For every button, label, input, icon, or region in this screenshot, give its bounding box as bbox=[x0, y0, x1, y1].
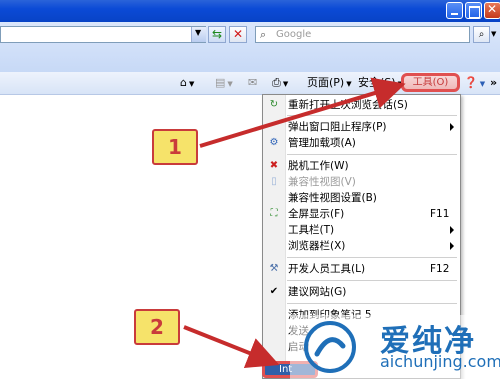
menu-item-explorer-bars[interactable]: 浏览器栏(X) bbox=[264, 238, 460, 254]
chevron-down-icon: ▼ bbox=[195, 28, 202, 37]
menu-item-label: 兼容性视图设置(B) bbox=[288, 192, 377, 204]
tools-menu-label: 工具(O) bbox=[412, 77, 449, 88]
submenu-arrow-icon bbox=[450, 242, 454, 250]
checkmark-icon: ✔ bbox=[269, 286, 279, 297]
print-button[interactable]: ⎙ ▼ bbox=[272, 75, 288, 91]
stop-button[interactable]: ✕ bbox=[229, 26, 247, 43]
search-provider-icon: ⌕ bbox=[260, 28, 267, 41]
search-button[interactable]: ⌕ bbox=[473, 26, 490, 43]
address-input[interactable] bbox=[0, 26, 206, 43]
maximize-button[interactable] bbox=[465, 2, 482, 19]
menu-item-shortcut: F12 bbox=[430, 263, 450, 275]
read-mail-button[interactable]: ✉ bbox=[248, 75, 257, 91]
menu-separator bbox=[287, 303, 457, 304]
maximize-icon bbox=[469, 6, 480, 18]
minimize-icon bbox=[451, 13, 458, 15]
search-input[interactable]: ⌕ Google bbox=[255, 26, 470, 43]
watermark-logo-icon bbox=[304, 321, 356, 373]
menu-item-toolbars[interactable]: 工具栏(T) bbox=[264, 222, 460, 238]
close-icon: ✕ bbox=[487, 2, 498, 16]
page-menu-button[interactable]: 页面(P) ▼ bbox=[307, 75, 352, 91]
menu-item-reopen-session[interactable]: ↻ 重新打开上次浏览会话(S) bbox=[264, 97, 460, 113]
step-badge-1: 1 bbox=[152, 129, 198, 165]
page-menu-label: 页面(P) bbox=[307, 76, 345, 89]
menu-item-label: 工具栏(T) bbox=[288, 224, 335, 236]
address-dropdown-button[interactable]: ▼ bbox=[191, 27, 206, 42]
chevron-right-icon: » bbox=[490, 76, 498, 89]
offline-icon: ✖ bbox=[269, 160, 279, 171]
menu-item-work-offline[interactable]: ✖ 脱机工作(W) bbox=[264, 158, 460, 174]
stop-icon: ✕ bbox=[232, 27, 244, 41]
help-icon: ❓ bbox=[464, 76, 478, 89]
menu-item-shortcut: F11 bbox=[430, 208, 450, 220]
chevron-down-icon: ▼ bbox=[491, 30, 497, 38]
menu-item-label: 重新打开上次浏览会话(S) bbox=[288, 99, 408, 111]
developer-tools-icon: ⚒ bbox=[269, 263, 279, 274]
menu-item-fullscreen[interactable]: ⛶ 全屏显示(F) F11 bbox=[264, 206, 460, 222]
mail-icon: ✉ bbox=[248, 76, 258, 89]
window-titlebar bbox=[0, 0, 500, 22]
menu-item-label: 弹出窗口阻止程序(P) bbox=[288, 121, 387, 133]
search-icon: ⌕ bbox=[478, 29, 485, 40]
submenu-arrow-icon bbox=[450, 226, 454, 234]
menu-item-suggested-sites[interactable]: ✔ 建议网站(G) bbox=[264, 284, 460, 300]
menu-item-label: 兼容性视图(V) bbox=[288, 176, 356, 188]
toolbar-overflow-button[interactable]: » bbox=[490, 75, 497, 91]
help-button[interactable]: ❓ ▼ bbox=[464, 75, 485, 91]
menu-separator bbox=[287, 115, 457, 116]
addons-icon: ⚙ bbox=[269, 137, 279, 148]
menu-item-label: 浏览器栏(X) bbox=[288, 240, 346, 252]
safety-menu-button[interactable]: 安全(S)▼ bbox=[358, 75, 403, 91]
menu-item-label: 全屏显示(F) bbox=[288, 208, 345, 220]
home-icon: ⌂ bbox=[180, 76, 187, 89]
menu-item-manage-addons[interactable]: ⚙ 管理加载项(A) bbox=[264, 135, 460, 151]
menu-item-developer-tools[interactable]: ⚒ 开发人员工具(L) F12 bbox=[264, 261, 460, 277]
refresh-icon: ⇆ bbox=[211, 27, 223, 41]
menu-item-popup-blocker[interactable]: 弹出窗口阻止程序(P) bbox=[264, 119, 460, 135]
step-badge-label: 2 bbox=[150, 315, 164, 339]
arrow-to-internet-options bbox=[183, 325, 280, 368]
menu-separator bbox=[287, 280, 457, 281]
menu-item-label: 管理加载项(A) bbox=[288, 137, 356, 149]
menu-separator bbox=[287, 154, 457, 155]
watermark-en: aichunjing.com bbox=[380, 352, 500, 371]
fullscreen-icon: ⛶ bbox=[270, 208, 278, 219]
minimize-button[interactable] bbox=[446, 2, 463, 19]
home-button[interactable]: ⌂ ▼ bbox=[180, 75, 194, 91]
step-badge-2: 2 bbox=[134, 309, 180, 345]
printer-icon: ⎙ bbox=[272, 76, 281, 89]
menu-item-compat-view-settings[interactable]: 兼容性视图设置(B) bbox=[264, 190, 460, 206]
search-placeholder: Google bbox=[276, 29, 312, 40]
safety-menu-label: 安全(S) bbox=[358, 76, 396, 89]
submenu-arrow-icon bbox=[450, 123, 454, 131]
tools-menu-button[interactable]: 工具(O) bbox=[401, 73, 460, 92]
close-button[interactable]: ✕ bbox=[484, 2, 500, 19]
menu-item-compat-view[interactable]: ▯ 兼容性视图(V) bbox=[264, 174, 460, 190]
feeds-button[interactable]: ▤ ▼ bbox=[215, 75, 233, 91]
menu-separator bbox=[287, 257, 457, 258]
reopen-session-icon: ↻ bbox=[269, 99, 279, 110]
menu-item-label: 开发人员工具(L) bbox=[288, 263, 366, 275]
compat-view-icon: ▯ bbox=[271, 176, 277, 187]
rss-feed-icon: ▤ bbox=[215, 76, 226, 89]
step-badge-label: 1 bbox=[168, 135, 182, 159]
menu-item-label: 建议网站(G) bbox=[288, 286, 347, 298]
refresh-button[interactable]: ⇆ bbox=[208, 26, 226, 43]
menu-item-label: 脱机工作(W) bbox=[288, 160, 349, 172]
search-options-button[interactable]: ▼ bbox=[491, 26, 500, 43]
